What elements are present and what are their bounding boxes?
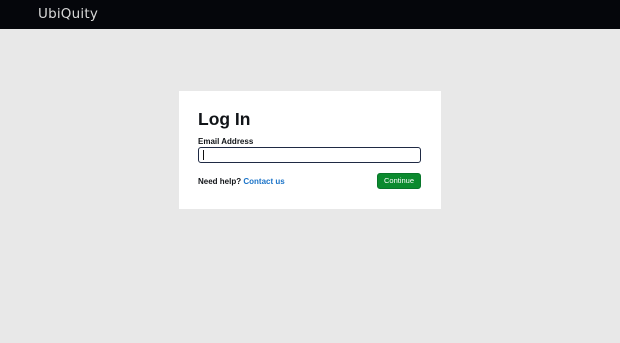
top-navigation-bar: UbiQuity [0,0,620,29]
continue-button[interactable]: Continue [377,173,421,189]
login-card: Log In Email Address Need help? Contact … [179,91,441,209]
brand-logo[interactable]: UbiQuity [38,6,98,22]
text-cursor [203,150,204,160]
email-label: Email Address [198,137,254,146]
email-field[interactable] [198,147,421,163]
need-help-text: Need help? [198,177,242,186]
help-section: Need help? Contact us [198,177,285,187]
page-title: Log In [198,109,251,129]
contact-us-link[interactable]: Contact us [243,177,284,186]
